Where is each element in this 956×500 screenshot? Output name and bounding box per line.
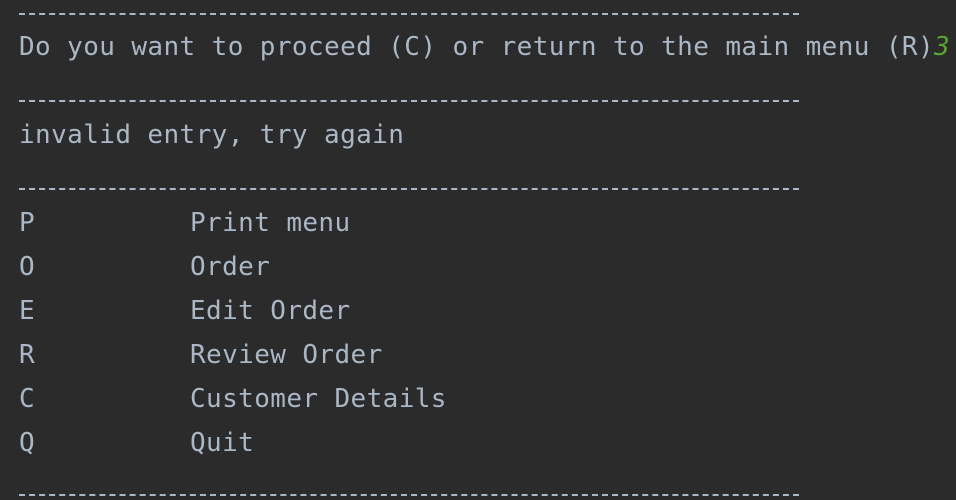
menu-label: Order — [190, 252, 271, 282]
dashed-divider-1 — [19, 13, 799, 15]
run-console-output: Do you want to proceed (C) or return to … — [0, 0, 956, 500]
menu-option-edit-order: E Edit Order — [19, 296, 351, 326]
menu-label: Review Order — [190, 340, 383, 370]
menu-label: Print menu — [190, 208, 351, 238]
menu-key: Q — [19, 428, 36, 458]
proceed-prompt-text: Do you want to proceed (C) or return to … — [19, 32, 935, 62]
menu-key: C — [19, 384, 36, 414]
dashed-divider-4 — [19, 494, 799, 496]
menu-label: Edit Order — [190, 296, 351, 326]
dashed-divider-3 — [19, 188, 799, 190]
menu-label: Quit — [190, 428, 255, 458]
menu-key: E — [19, 296, 36, 326]
menu-option-order: O Order — [19, 252, 270, 282]
dashed-divider-2 — [19, 100, 799, 102]
menu-key: P — [19, 208, 36, 238]
proceed-prompt-line: Do you want to proceed (C) or return to … — [19, 32, 950, 62]
menu-key: O — [19, 252, 36, 282]
menu-option-quit: Q Quit — [19, 428, 254, 458]
menu-label: Customer Details — [190, 384, 447, 414]
menu-option-print-menu: P Print menu — [19, 208, 351, 238]
user-input-echo: 3 — [934, 32, 951, 62]
error-message: invalid entry, try again — [19, 120, 405, 150]
menu-option-review-order: R Review Order — [19, 340, 383, 370]
menu-option-customer-details: C Customer Details — [19, 384, 447, 414]
menu-key: R — [19, 340, 36, 370]
